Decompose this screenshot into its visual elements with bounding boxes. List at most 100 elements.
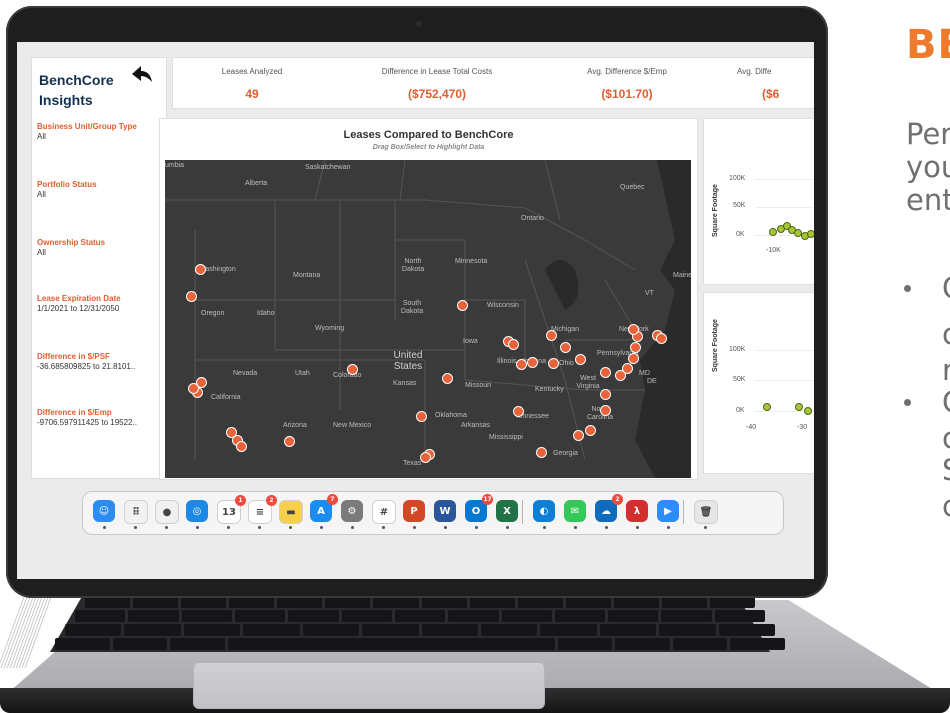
dock-glyph: X [503,505,511,517]
filter-value[interactable]: 1/1/2021 to 12/31/2050 [37,304,161,313]
calendar-icon[interactable]: 13 1 [217,495,246,524]
gridline [755,179,814,180]
lease-pin[interactable] [573,430,584,441]
dock-glyph: ◐ [539,505,549,517]
running-indicator [636,526,639,529]
brand-line: BenchCore [39,72,114,88]
scatter-dot[interactable] [763,403,771,411]
lease-pin[interactable] [442,373,453,384]
dock-glyph: ⚙ [347,505,357,517]
map-label: MD [639,370,650,377]
scatter-dot[interactable] [769,228,777,236]
app-store-icon[interactable]: A7 [310,494,338,522]
finder-icon[interactable]: ☺ [93,500,115,522]
dock-glyph: W [439,505,451,517]
acrobat-icon[interactable]: λ [626,500,648,522]
lease-pin[interactable] [600,405,611,416]
outlook-icon[interactable]: O 17 [465,494,493,522]
lease-pin[interactable] [536,447,547,458]
lease-pin[interactable] [548,358,559,369]
map-label: Quebec [620,184,645,191]
running-indicator [165,526,168,529]
running-indicator [574,526,577,529]
lease-pin[interactable] [420,452,431,463]
lease-pin[interactable] [622,363,633,374]
trash-icon[interactable]: 🗑 [694,500,718,524]
lease-pin[interactable] [284,436,295,447]
filter-value[interactable]: All [37,248,161,257]
map-label: California [211,394,241,401]
zoom-icon[interactable]: ▶ [657,500,679,522]
map-label: West Virginia [576,375,600,390]
notification-badge: 17 [482,494,493,505]
lease-pin[interactable] [195,264,206,275]
onedrive-icon[interactable]: ☁ 2 [595,494,623,522]
reminders-icon[interactable]: ≡ 2 [248,495,277,524]
safari-icon[interactable]: ◎ [186,500,208,522]
dock-glyph: ☁ [601,505,611,517]
word-icon[interactable]: W [434,500,456,522]
lease-pin[interactable] [186,291,197,302]
x-tick: -30 [797,424,808,431]
dock-glyph: ✉ [570,505,580,517]
kpi-value: 49 [245,87,259,101]
dock-glyph: 🗑 [699,506,713,518]
lease-pin[interactable] [585,425,596,436]
running-indicator [351,526,354,529]
leases-map[interactable]: umbia Saskatchewan Alberta Quebec Ontari… [165,160,691,478]
lease-pin[interactable] [600,389,611,400]
lease-pin[interactable] [628,324,639,335]
kpi-label: Avg. Diffe [737,67,772,76]
filter-value[interactable]: -36.685809825 to 21.8101.. [37,362,161,371]
running-indicator [506,526,509,529]
scatter-dot[interactable] [807,230,814,238]
map-label: Maine [673,272,691,279]
kpi-bar [172,57,814,109]
filter-value[interactable]: -9706.597911425 to 19522.. [37,418,161,427]
map-label: Oregon [201,310,225,317]
lease-pin[interactable] [630,342,641,353]
edge-icon[interactable]: ◐ [533,500,555,522]
lease-pin[interactable] [236,441,247,452]
screen: BenchCore Insights Business Unit/Group T… [17,42,814,579]
filter-label: Business Unit/Group Type [37,122,137,131]
map-label: Alberta [245,180,268,187]
lease-pin[interactable] [457,300,468,311]
map-label: Illinois [497,358,517,365]
back-arrow-icon[interactable] [130,64,154,86]
trackpad [193,662,545,709]
scatter-dot[interactable] [795,403,803,411]
lease-pin[interactable] [560,342,571,353]
running-indicator [605,526,608,529]
lease-pin[interactable] [416,411,427,422]
notes-icon[interactable]: ▬ [279,500,303,524]
scatter-dot[interactable] [804,407,812,415]
lease-pin[interactable] [656,333,667,344]
lease-pin[interactable] [513,406,524,417]
brand-title: BenchCore Insights [39,70,114,110]
slack-icon[interactable]: # [372,500,396,524]
excel-icon[interactable]: X [496,500,518,522]
lease-pin[interactable] [527,357,538,368]
powerpoint-icon[interactable]: P [403,500,425,522]
lease-pin[interactable] [196,377,207,388]
launchpad-icon[interactable]: ⠿ [124,500,148,524]
lease-pin[interactable] [546,330,557,341]
map-label: Wisconsin [487,302,519,309]
scatter-ylabel: Square Footage [712,319,719,372]
running-indicator [196,526,199,529]
map-label: Utah [295,370,310,377]
lease-pin[interactable] [628,353,639,364]
lease-pin[interactable] [600,367,611,378]
lease-pin[interactable] [516,359,527,370]
running-indicator [543,526,546,529]
system-preferences-icon[interactable]: ⚙ [341,500,363,522]
chrome-icon[interactable]: ● [155,500,179,524]
filter-value[interactable]: All [37,190,161,199]
lease-pin[interactable] [508,339,519,350]
lease-pin[interactable] [347,364,358,375]
messages-icon[interactable]: ✉ [564,500,586,522]
filter-value[interactable]: All [37,132,161,141]
filter-label: Difference in $/PSF [37,352,110,361]
lease-pin[interactable] [575,354,586,365]
